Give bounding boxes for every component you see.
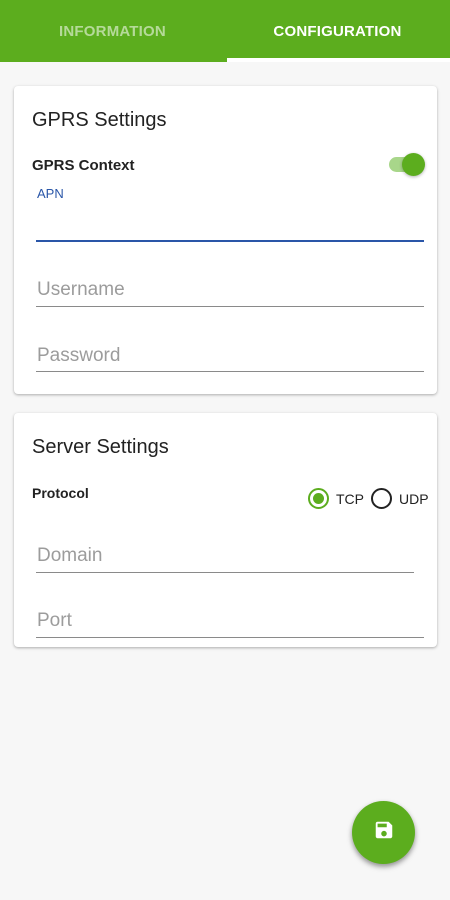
tab-bar: INFORMATION CONFIGURATION	[0, 0, 450, 62]
active-tab-indicator	[227, 58, 450, 62]
username-input[interactable]	[37, 276, 423, 304]
apn-underline	[36, 240, 424, 242]
port-input[interactable]	[37, 607, 423, 635]
udp-radio-label[interactable]: UDP	[399, 491, 429, 507]
tab-configuration[interactable]: CONFIGURATION	[225, 0, 450, 62]
password-underline	[36, 371, 424, 372]
gprs-settings-title: GPRS Settings	[32, 109, 167, 131]
password-input[interactable]	[37, 342, 423, 370]
username-underline	[36, 306, 424, 307]
protocol-label: Protocol	[32, 485, 89, 501]
tcp-radio[interactable]	[308, 488, 329, 509]
apn-label: APN	[37, 186, 64, 201]
gprs-context-label: GPRS Context	[32, 157, 135, 174]
gprs-context-toggle[interactable]	[402, 153, 425, 176]
domain-underline	[36, 572, 414, 573]
apn-input[interactable]	[37, 206, 423, 236]
tcp-radio-label[interactable]: TCP	[336, 491, 364, 507]
port-underline	[36, 637, 424, 638]
tab-information-label: INFORMATION	[59, 22, 166, 40]
domain-input[interactable]	[37, 542, 413, 570]
save-button[interactable]	[352, 801, 415, 864]
save-icon	[373, 819, 395, 846]
server-settings-title: Server Settings	[32, 436, 169, 458]
tab-configuration-label: CONFIGURATION	[273, 22, 402, 40]
udp-radio[interactable]	[371, 488, 392, 509]
tab-information[interactable]: INFORMATION	[0, 0, 225, 62]
